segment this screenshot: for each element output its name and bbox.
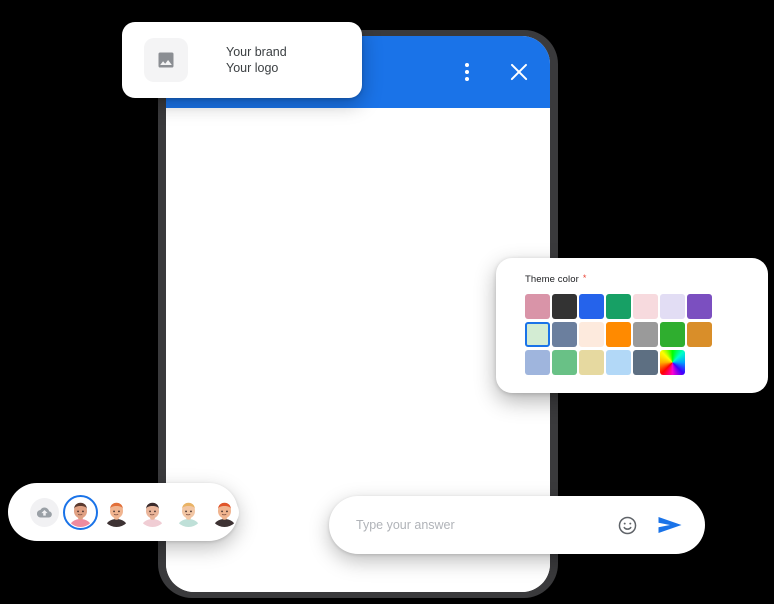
theme-color-swatch-grid [525, 294, 768, 375]
screenshot-stage: Your brand Your logo Theme color * [0, 0, 774, 604]
send-icon[interactable] [657, 514, 683, 536]
smiley-icon[interactable] [617, 515, 638, 536]
theme-swatch-emerald[interactable] [606, 294, 631, 319]
theme-swatch-orange[interactable] [606, 322, 631, 347]
avatar-options [62, 494, 239, 530]
theme-swatch-amber-dark[interactable] [687, 322, 712, 347]
theme-swatch-sand[interactable] [579, 350, 604, 375]
avatar-option-2[interactable] [102, 497, 131, 527]
theme-swatch-custom-color-picker[interactable] [660, 350, 685, 375]
theme-swatch-sea-green[interactable] [552, 350, 577, 375]
three-dot-menu-icon[interactable] [452, 57, 482, 87]
theme-swatch-blush-pink[interactable] [633, 294, 658, 319]
brand-name-line: Your brand [226, 44, 287, 59]
image-placeholder-icon [144, 38, 188, 82]
theme-swatch-grey[interactable] [633, 322, 658, 347]
avatar-option-1[interactable] [62, 494, 99, 530]
avatar-option-4[interactable] [174, 497, 203, 527]
cloud-upload-icon[interactable] [30, 497, 59, 527]
avatar-picker-bar [8, 483, 239, 541]
theme-swatch-charcoal[interactable] [552, 294, 577, 319]
brand-card[interactable]: Your brand Your logo [122, 22, 362, 98]
required-marker: * [582, 273, 587, 283]
theme-swatch-steel[interactable] [633, 350, 658, 375]
answer-input[interactable] [356, 518, 617, 532]
theme-swatch-slate-blue[interactable] [552, 322, 577, 347]
theme-color-panel: Theme color * [496, 258, 768, 393]
theme-color-label: Theme color * [525, 273, 768, 286]
theme-swatch-peach-pale[interactable] [579, 322, 604, 347]
avatar-option-3[interactable] [138, 497, 167, 527]
theme-swatch-blue[interactable] [579, 294, 604, 319]
brand-card-text: Your brand Your logo [226, 44, 287, 77]
theme-swatch-purple[interactable] [687, 294, 712, 319]
theme-swatch-lavender-pale[interactable] [660, 294, 685, 319]
theme-swatch-mint-pale[interactable] [525, 322, 550, 347]
brand-logo-line: Your logo [226, 61, 279, 75]
theme-swatch-green[interactable] [660, 322, 685, 347]
answer-input-bar [329, 496, 705, 554]
theme-color-label-text: Theme color [525, 274, 579, 285]
close-icon[interactable] [504, 57, 534, 87]
theme-swatch-dusty-rose[interactable] [525, 294, 550, 319]
theme-swatch-periwinkle[interactable] [525, 350, 550, 375]
theme-swatch-sky-blue[interactable] [606, 350, 631, 375]
avatar-option-5[interactable] [210, 497, 239, 527]
